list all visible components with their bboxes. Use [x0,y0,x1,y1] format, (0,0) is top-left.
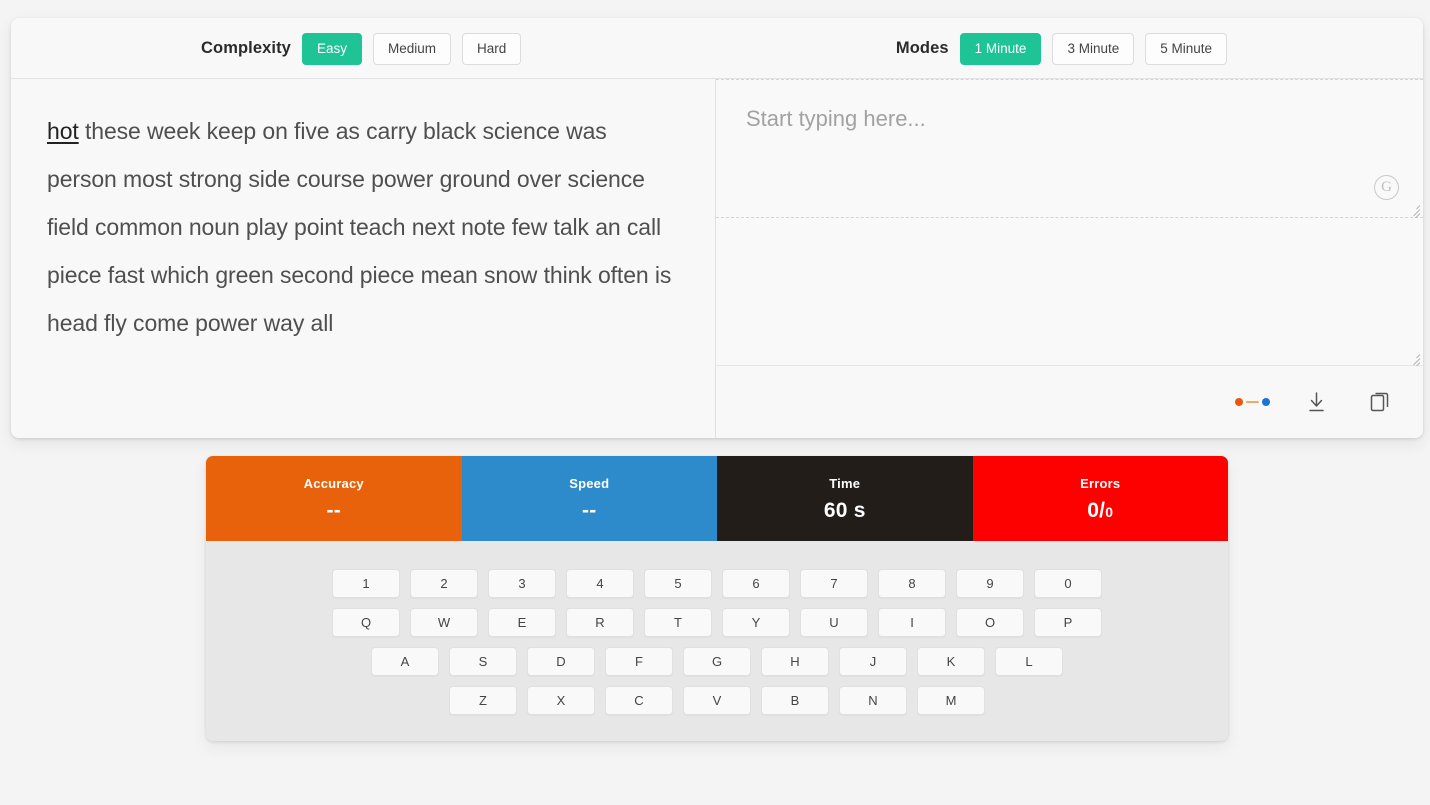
key-5[interactable]: 5 [644,569,712,598]
stats-row: Accuracy -- Speed -- Time 60 s Errors 0/… [206,456,1228,541]
key-w[interactable]: W [410,608,478,637]
key-6[interactable]: 6 [722,569,790,598]
settings-toolbar: Complexity Easy Medium Hard Modes 1 Minu… [11,18,1423,79]
key-8[interactable]: 8 [878,569,946,598]
input-footer-toolbar [716,366,1423,438]
stat-time-value: 60 s [823,499,866,522]
stat-accuracy-value: -- [326,499,341,522]
key-u[interactable]: U [800,608,868,637]
stat-speed: Speed -- [461,456,717,541]
passage-remaining: these week keep on five as carry black s… [47,118,672,336]
key-f[interactable]: F [605,647,673,676]
stat-errors: Errors 0/0 [972,456,1228,541]
keyboard-row-home: A S D F G H J K L [371,647,1063,676]
complexity-label: Complexity [201,39,291,57]
keyboard-row-bottom: Z X C V B N M [449,686,985,715]
key-4[interactable]: 4 [566,569,634,598]
modes-label: Modes [895,39,949,57]
key-0[interactable]: 0 [1034,569,1102,598]
mode-option-3-minute[interactable]: 3 Minute [1052,32,1135,65]
keyboard-row-qwerty: Q W E R T Y U I O P [332,608,1102,637]
complexity-group: Complexity Easy Medium Hard [201,18,522,79]
stat-speed-value: -- [582,499,597,522]
key-i[interactable]: I [878,608,946,637]
copy-icon[interactable] [1363,385,1397,419]
passage-text: hot these week keep on five as carry bla… [47,107,681,347]
key-n[interactable]: N [839,686,907,715]
key-z[interactable]: Z [449,686,517,715]
key-l[interactable]: L [995,647,1063,676]
key-9[interactable]: 9 [956,569,1024,598]
key-2[interactable]: 2 [410,569,478,598]
stats-and-keyboard-panel: Accuracy -- Speed -- Time 60 s Errors 0/… [206,456,1228,741]
typing-input[interactable] [716,79,1423,218]
complexity-option-easy[interactable]: Easy [301,32,362,65]
connection-status-icon[interactable] [1234,385,1270,419]
key-d[interactable]: D [527,647,595,676]
grammarly-icon[interactable]: G [1374,175,1399,200]
stat-accuracy-label: Accuracy [303,476,364,491]
key-j[interactable]: J [839,647,907,676]
card-body: hot these week keep on five as carry bla… [11,79,1423,438]
key-e[interactable]: E [488,608,556,637]
key-a[interactable]: A [371,647,439,676]
stat-time: Time 60 s [717,456,973,541]
stat-accuracy: Accuracy -- [206,456,462,541]
key-r[interactable]: R [566,608,634,637]
passage-pane: hot these week keep on five as carry bla… [11,79,716,438]
key-1[interactable]: 1 [332,569,400,598]
key-p[interactable]: P [1034,608,1102,637]
modes-group: Modes 1 Minute 3 Minute 5 Minute [896,18,1227,79]
stat-time-label: Time [829,476,861,491]
key-y[interactable]: Y [722,608,790,637]
download-icon[interactable] [1299,385,1333,419]
stat-speed-label: Speed [569,476,610,491]
key-x[interactable]: X [527,686,595,715]
complexity-option-medium[interactable]: Medium [372,32,451,65]
key-s[interactable]: S [449,647,517,676]
stat-errors-value: 0/0 [1087,499,1114,522]
app-root: Complexity Easy Medium Hard Modes 1 Minu… [0,0,1430,805]
key-k[interactable]: K [917,647,985,676]
key-m[interactable]: M [917,686,985,715]
typing-test-card: Complexity Easy Medium Hard Modes 1 Minu… [11,18,1423,438]
keyboard-row-numbers: 1 2 3 4 5 6 7 8 9 0 [332,569,1102,598]
stat-errors-label: Errors [1080,476,1121,491]
secondary-input[interactable] [716,218,1423,366]
mode-option-5-minute[interactable]: 5 Minute [1145,32,1227,65]
current-word: hot [47,118,79,144]
key-3[interactable]: 3 [488,569,556,598]
key-v[interactable]: V [683,686,751,715]
key-g[interactable]: G [683,647,751,676]
key-7[interactable]: 7 [800,569,868,598]
key-o[interactable]: O [956,608,1024,637]
key-c[interactable]: C [605,686,673,715]
key-b[interactable]: B [761,686,829,715]
key-h[interactable]: H [761,647,829,676]
key-t[interactable]: T [644,608,712,637]
complexity-option-hard[interactable]: Hard [461,32,522,65]
input-pane: G [716,79,1423,438]
key-q[interactable]: Q [332,608,400,637]
mode-option-1-minute[interactable]: 1 Minute [959,32,1042,65]
virtual-keyboard: 1 2 3 4 5 6 7 8 9 0 Q W E R T Y U I O P … [206,541,1228,715]
